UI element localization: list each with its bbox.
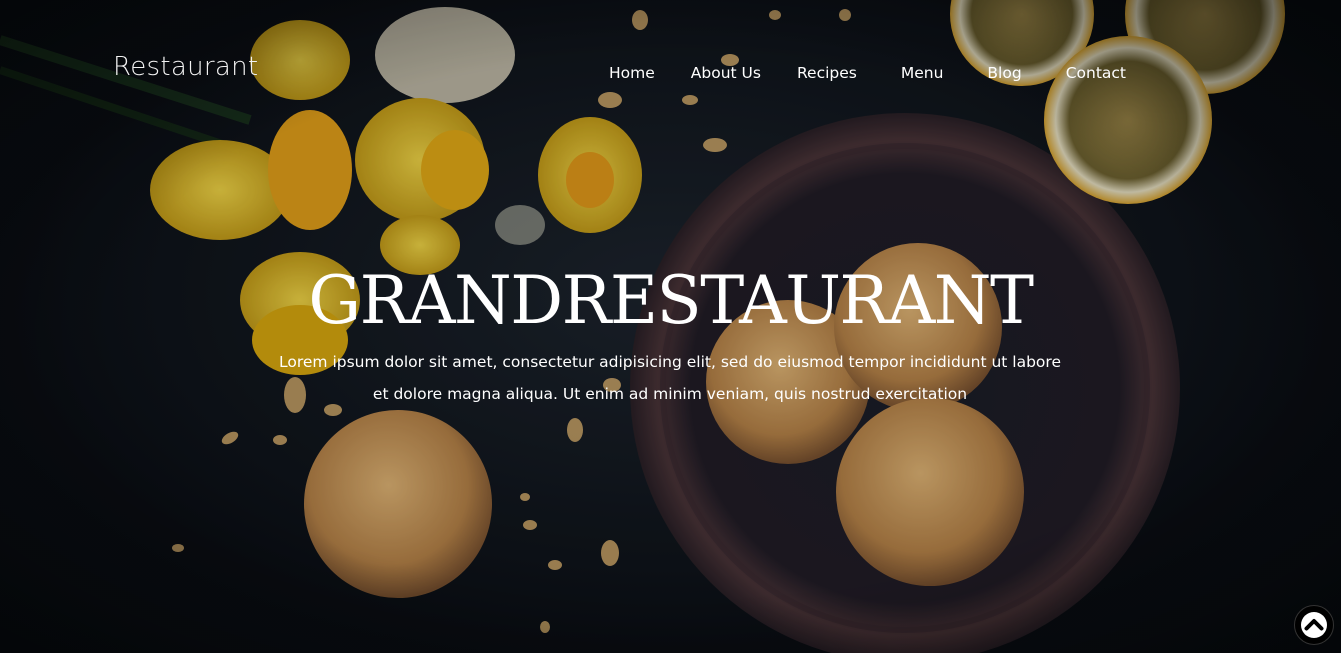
scroll-to-top-button[interactable] [1294, 605, 1334, 645]
hero-subtitle: Lorem ipsum dolor sit amet, consectetur … [279, 353, 1061, 403]
chevron-up-icon [1301, 612, 1327, 638]
nav-item-home[interactable]: Home [591, 64, 673, 82]
nav-item-about-us[interactable]: About Us [673, 64, 779, 82]
logo[interactable]: Restaurant [113, 52, 258, 82]
hero-title: GRANDRESTAURANT [308, 262, 1034, 339]
hero-section: Restaurant Home About Us Recipes Menu Bl… [0, 0, 1341, 653]
nav-item-contact[interactable]: Contact [1048, 64, 1144, 82]
nav-item-menu[interactable]: Menu [883, 64, 970, 82]
nav-item-recipes[interactable]: Recipes [779, 64, 883, 82]
nav-item-blog[interactable]: Blog [969, 64, 1047, 82]
main-nav: Home About Us Recipes Menu Blog Contact [591, 62, 1144, 84]
